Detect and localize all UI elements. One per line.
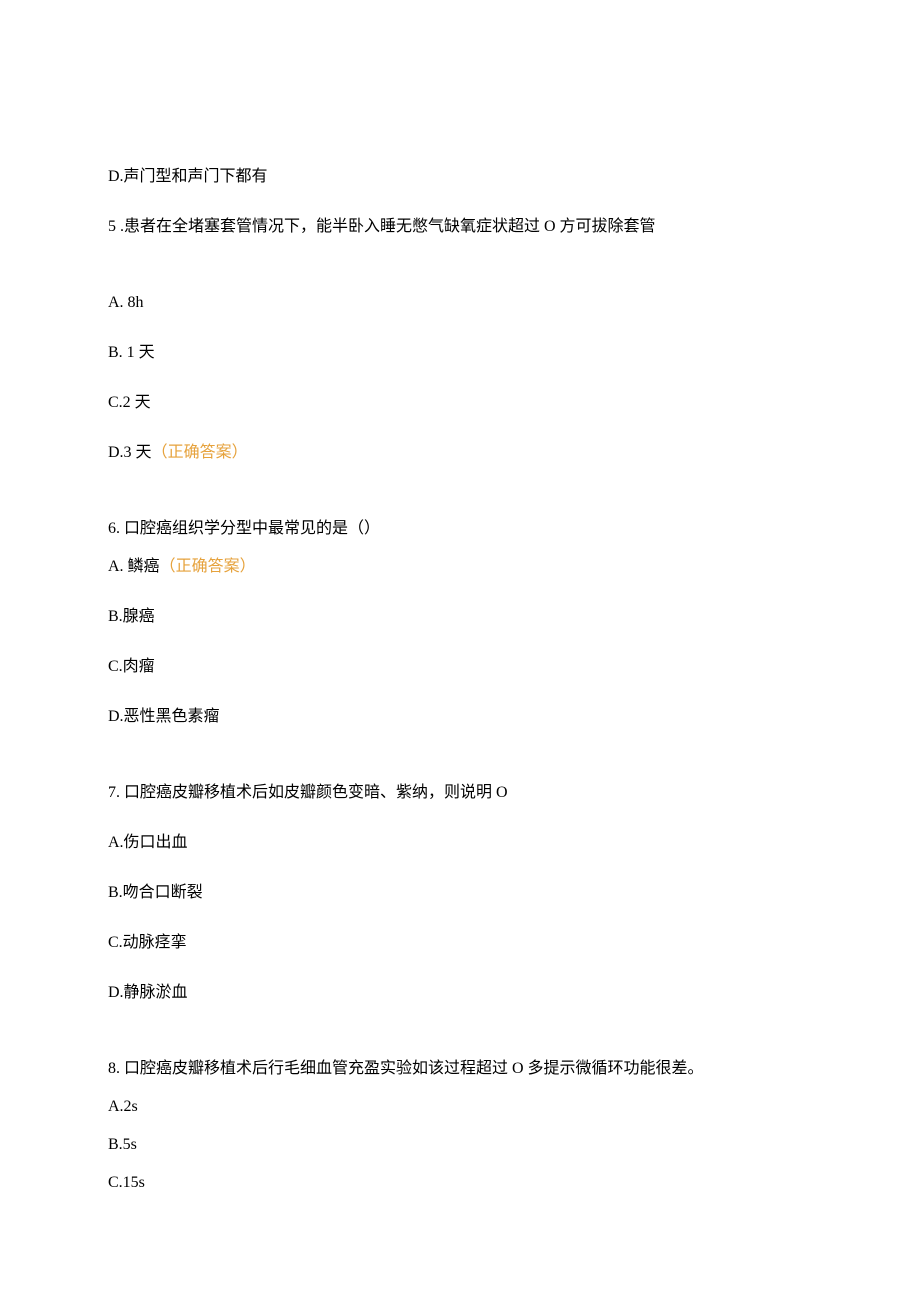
q5-option-b: B. 1 天 xyxy=(108,341,812,365)
q6-question-text: 6. 口腔癌组织学分型中最常见的是（） xyxy=(108,520,380,537)
q5-question: 5 .患者在全堵塞套管情况下，能半卧入睡无憋气缺氧症状超过 O 方可拔除套管 xyxy=(108,215,812,239)
q7-option-d: D.静脉淤血 xyxy=(108,981,812,1005)
q7-option-a: A.伤口出血 xyxy=(108,831,812,855)
q8-option-c: C.15s xyxy=(108,1171,812,1195)
q6-question: 6. 口腔癌组织学分型中最常见的是（） xyxy=(108,517,812,541)
q5-option-b-text: B. 1 天 xyxy=(108,344,155,361)
q6-option-d-text: D.恶性黑色素瘤 xyxy=(108,708,220,725)
q8-option-a: A.2s xyxy=(108,1095,812,1119)
q8-option-b: B.5s xyxy=(108,1133,812,1157)
q8-question: 8. 口腔癌皮瓣移植术后行毛细血管充盈实验如该过程超过 O 多提示微循环功能很差… xyxy=(108,1057,812,1081)
q5-option-c-text: C.2 天 xyxy=(108,394,151,411)
q5-correct-label: （正确答案） xyxy=(152,444,248,461)
q4-option-d: D.声门型和声门下都有 xyxy=(108,165,812,189)
q5-option-d-text: D.3 天 xyxy=(108,444,152,461)
q5-question-text: 5 .患者在全堵塞套管情况下，能半卧入睡无憋气缺氧症状超过 O 方可拔除套管 xyxy=(108,218,656,235)
q6-correct-label: （正确答案） xyxy=(160,558,256,575)
q8-option-c-text: C.15s xyxy=(108,1174,145,1191)
q7-option-c-text: C.动脉痉挛 xyxy=(108,934,187,951)
q8-question-text: 8. 口腔癌皮瓣移植术后行毛细血管充盈实验如该过程超过 O 多提示微循环功能很差… xyxy=(108,1060,704,1077)
q5-option-a-text: A. 8h xyxy=(108,294,144,311)
q7-option-b-text: B.吻合口断裂 xyxy=(108,884,203,901)
q7-question-text: 7. 口腔癌皮瓣移植术后如皮瓣颜色变暗、紫纳，则说明 O xyxy=(108,784,508,801)
q7-question: 7. 口腔癌皮瓣移植术后如皮瓣颜色变暗、紫纳，则说明 O xyxy=(108,781,812,805)
q6-option-d: D.恶性黑色素瘤 xyxy=(108,705,812,729)
q7-option-b: B.吻合口断裂 xyxy=(108,881,812,905)
q5-option-d: D.3 天（正确答案） xyxy=(108,441,812,465)
q5-option-c: C.2 天 xyxy=(108,391,812,415)
q6-option-b: B.腺癌 xyxy=(108,605,812,629)
q6-option-b-text: B.腺癌 xyxy=(108,608,155,625)
q6-option-a-text: A. 鳞癌 xyxy=(108,558,160,575)
q7-option-d-text: D.静脉淤血 xyxy=(108,984,188,1001)
q7-option-c: C.动脉痉挛 xyxy=(108,931,812,955)
q6-option-c-text: C.肉瘤 xyxy=(108,658,155,675)
q4-option-d-text: D.声门型和声门下都有 xyxy=(108,168,268,185)
q6-option-a: A. 鳞癌（正确答案） xyxy=(108,555,812,579)
q7-option-a-text: A.伤口出血 xyxy=(108,834,188,851)
q5-option-a: A. 8h xyxy=(108,291,812,315)
q6-option-c: C.肉瘤 xyxy=(108,655,812,679)
q8-option-a-text: A.2s xyxy=(108,1098,138,1115)
q8-option-b-text: B.5s xyxy=(108,1136,137,1153)
